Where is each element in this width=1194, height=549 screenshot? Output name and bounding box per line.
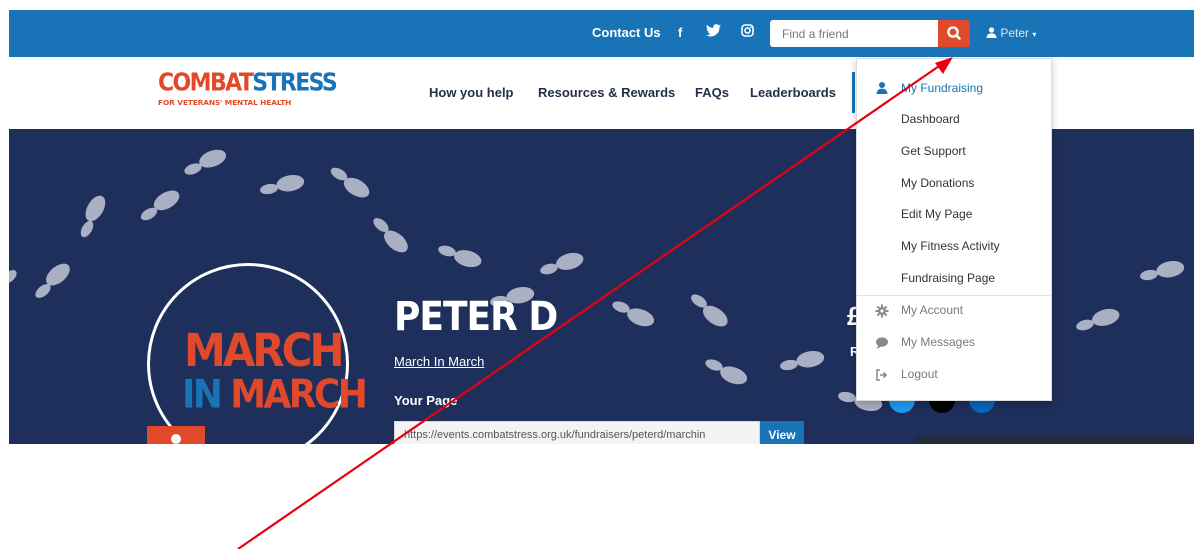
message-icon	[876, 337, 888, 349]
caret-down-icon: ▾	[1032, 30, 1037, 39]
nav-how-you-help[interactable]: How you help	[429, 85, 514, 100]
menu-my-donations[interactable]: My Donations	[901, 176, 974, 190]
menu-divider	[857, 295, 1051, 296]
menu-fundraising-page[interactable]: Fundraising Page	[901, 271, 995, 285]
user-dropdown-menu: My Fundraising Dashboard Get Support My …	[856, 58, 1052, 401]
menu-my-account[interactable]: My Account	[901, 303, 963, 317]
nav-resources-rewards[interactable]: Resources & Rewards	[538, 85, 675, 100]
event-link[interactable]: March In March	[394, 354, 484, 369]
nav-divider	[852, 72, 855, 113]
user-icon	[986, 27, 997, 38]
search-button[interactable]	[938, 20, 970, 47]
brand-tagline: FOR VETERANS' MENTAL HEALTH	[158, 98, 292, 107]
badge-in: IN	[182, 373, 223, 418]
gear-icon	[875, 304, 889, 318]
menu-my-messages[interactable]: My Messages	[901, 335, 975, 349]
menu-get-support[interactable]: Get Support	[901, 144, 966, 158]
user-menu-toggle[interactable]: Peter ▾	[986, 26, 1036, 40]
nav-faqs[interactable]: FAQs	[695, 85, 729, 100]
menu-logout[interactable]: Logout	[901, 367, 938, 381]
menu-my-fundraising[interactable]: My Fundraising	[901, 81, 983, 95]
badge-title-line1: MARCH	[184, 324, 345, 377]
badge-title-line2: IN MARCH	[182, 373, 368, 418]
your-page-label: Your Page	[394, 393, 458, 408]
find-friend-input[interactable]	[770, 20, 938, 47]
nav-leaderboards[interactable]: Leaderboards	[750, 85, 836, 100]
facebook-icon[interactable]: f	[678, 24, 682, 42]
logout-icon	[876, 369, 888, 381]
view-page-button[interactable]: View	[760, 421, 804, 444]
brand-logo[interactable]: COMBATSTRESS	[158, 69, 338, 97]
contact-us-link[interactable]: Contact Us	[592, 25, 661, 40]
menu-dashboard[interactable]: Dashboard	[901, 112, 960, 126]
top-bar: Contact Us f Peter ▾	[9, 10, 1194, 57]
user-name: Peter	[1000, 26, 1030, 40]
twitter-icon[interactable]	[706, 24, 721, 42]
page-url-field[interactable]	[394, 421, 760, 444]
change-photo-button[interactable]	[147, 426, 205, 444]
user-icon	[876, 82, 888, 94]
badge-march: MARCH	[230, 373, 368, 418]
fundraiser-name: PETER D	[394, 294, 558, 340]
stats-panel	[915, 435, 1194, 444]
camera-icon	[171, 434, 181, 444]
menu-edit-my-page[interactable]: Edit My Page	[901, 207, 972, 221]
menu-my-fitness-activity[interactable]: My Fitness Activity	[901, 239, 1000, 253]
search-icon	[947, 26, 961, 40]
instagram-icon[interactable]	[741, 24, 754, 42]
